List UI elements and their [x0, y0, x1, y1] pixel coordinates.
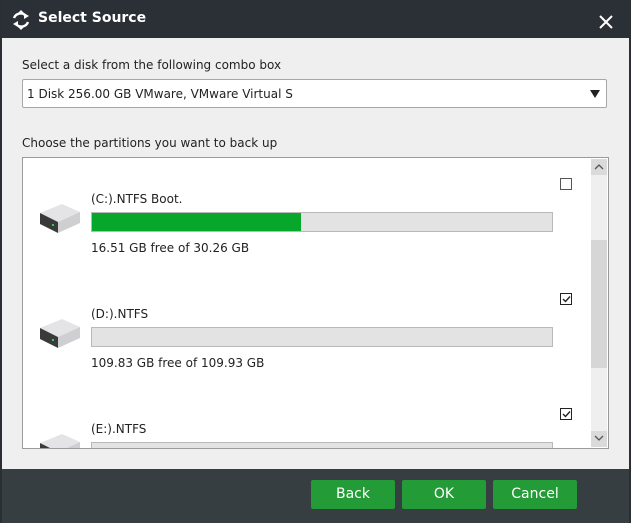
drive-icon — [40, 204, 80, 233]
close-icon[interactable] — [598, 14, 614, 30]
backup-arrows-icon — [12, 10, 30, 30]
dialog-footer: Back OK Cancel — [2, 469, 629, 523]
disk-select-label: Select a disk from the following combo b… — [22, 58, 282, 72]
scroll-thumb[interactable] — [591, 240, 607, 368]
disk-combo-box[interactable]: 1 Disk 256.00 GB VMware, VMware Virtual … — [22, 79, 607, 108]
partition-name: (E:).NTFS — [91, 422, 147, 436]
cancel-button[interactable]: Cancel — [493, 480, 577, 509]
ok-button[interactable]: OK — [402, 480, 486, 509]
drive-icon — [40, 319, 80, 348]
chevron-up-icon — [594, 164, 604, 170]
disk-combo-value: 1 Disk 256.00 GB VMware, VMware Virtual … — [27, 87, 293, 101]
dialog-title: Select Source — [38, 10, 147, 26]
scroll-down-button[interactable] — [591, 431, 607, 447]
usage-bar — [91, 442, 553, 448]
partition-list: (C:).NTFS Boot. 16.51 GB free of 30.26 G… — [22, 157, 609, 449]
partition-item-d: (D:).NTFS 109.83 GB free of 109.93 GB — [23, 279, 591, 394]
checkmark-icon — [562, 411, 571, 418]
select-source-dialog: Select Source Select a disk from the fol… — [2, 0, 629, 523]
partition-checkbox[interactable] — [560, 178, 572, 190]
partition-name: (D:).NTFS — [91, 307, 149, 321]
usage-bar — [91, 327, 553, 347]
usage-bar — [91, 212, 553, 232]
partition-checkbox[interactable] — [560, 293, 572, 305]
chevron-down-icon — [590, 90, 600, 98]
partition-item-e: (E:).NTFS — [23, 394, 591, 448]
partition-name: (C:).NTFS Boot. — [91, 192, 183, 206]
free-space-text: 109.83 GB free of 109.93 GB — [91, 356, 265, 370]
back-button[interactable]: Back — [311, 480, 395, 509]
partition-checkbox[interactable] — [560, 408, 572, 420]
vertical-scrollbar[interactable] — [591, 159, 607, 447]
checkmark-icon — [562, 296, 571, 303]
title-bar: Select Source — [2, 0, 629, 38]
scroll-up-button[interactable] — [591, 159, 607, 175]
partition-item-c: (C:).NTFS Boot. 16.51 GB free of 30.26 G… — [23, 164, 591, 279]
partitions-label: Choose the partitions you want to back u… — [22, 136, 278, 150]
free-space-text: 16.51 GB free of 30.26 GB — [91, 241, 250, 255]
usage-fill — [92, 213, 301, 231]
drive-icon — [40, 434, 80, 448]
chevron-down-icon — [594, 435, 604, 441]
